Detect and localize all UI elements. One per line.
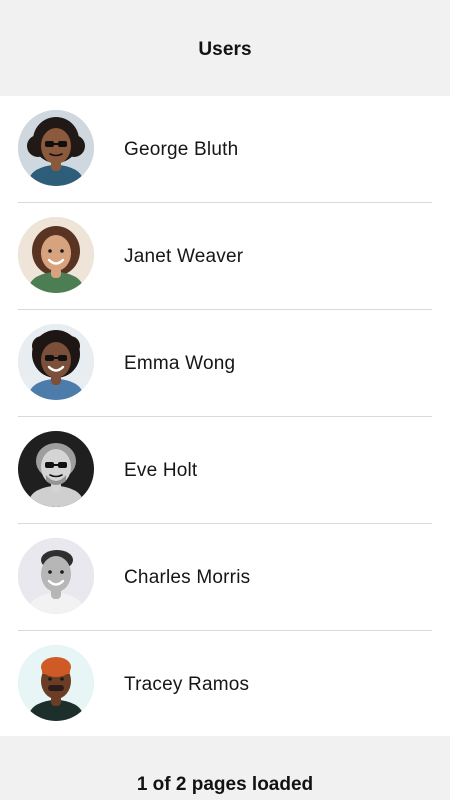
user-name: Janet Weaver bbox=[124, 245, 244, 267]
user-avatar bbox=[18, 110, 94, 186]
user-list-item[interactable]: Charles Morris bbox=[0, 524, 450, 631]
user-list-item[interactable]: Emma Wong bbox=[0, 310, 450, 417]
page-title: Users bbox=[198, 39, 252, 60]
avatar-photo-icon bbox=[18, 110, 94, 186]
user-avatar bbox=[18, 431, 94, 507]
avatar-photo-icon bbox=[18, 645, 94, 721]
user-list-item[interactable]: Tracey Ramos bbox=[0, 631, 450, 738]
app-header: Users bbox=[0, 0, 450, 96]
user-avatar bbox=[18, 324, 94, 400]
user-list-item[interactable]: Eve Holt bbox=[0, 417, 450, 524]
avatar-photo-icon bbox=[18, 217, 94, 293]
users-list: George Bluth Janet Weaver Emma Wong Eve … bbox=[0, 96, 450, 736]
user-name: Charles Morris bbox=[124, 566, 251, 588]
user-name: Emma Wong bbox=[124, 352, 236, 374]
user-avatar bbox=[18, 217, 94, 293]
user-name: Eve Holt bbox=[124, 459, 198, 481]
pagination-footer: 1 of 2 pages loaded bbox=[0, 736, 450, 800]
user-name: George Bluth bbox=[124, 138, 239, 160]
user-list-item[interactable]: Janet Weaver bbox=[0, 203, 450, 310]
avatar-photo-icon bbox=[18, 431, 94, 507]
avatar-photo-icon bbox=[18, 324, 94, 400]
user-avatar bbox=[18, 538, 94, 614]
avatar-photo-icon bbox=[18, 538, 94, 614]
users-screen: Users George Bluth Janet Weaver Emma Won… bbox=[0, 0, 450, 800]
pagination-status: 1 of 2 pages loaded bbox=[136, 774, 314, 795]
user-avatar bbox=[18, 645, 94, 721]
user-name: Tracey Ramos bbox=[124, 673, 250, 695]
user-list-item[interactable]: George Bluth bbox=[0, 96, 450, 203]
